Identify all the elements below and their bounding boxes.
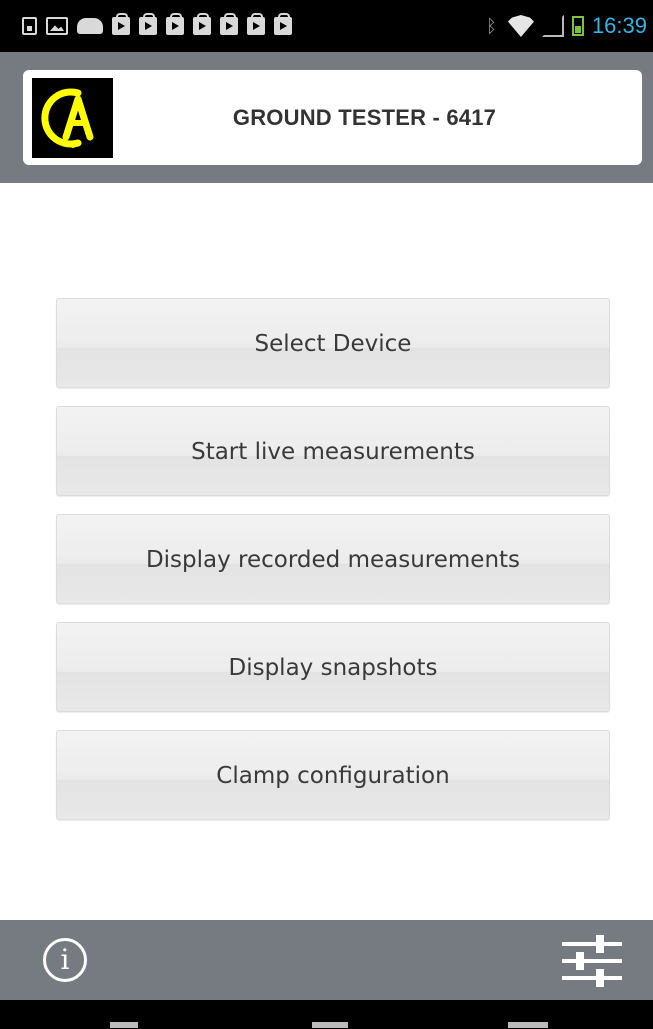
start-live-measurements-button[interactable]: Start live measurements xyxy=(56,406,610,496)
play-store-icon xyxy=(166,13,184,35)
info-icon[interactable]: i xyxy=(43,938,87,982)
battery-icon xyxy=(571,16,584,36)
notification-icons xyxy=(22,13,486,35)
clamp-configuration-button[interactable]: Clamp configuration xyxy=(56,730,610,820)
back-icon[interactable] xyxy=(110,1022,138,1028)
play-store-icon xyxy=(247,13,265,35)
status-bar: ᛒ 16:39 xyxy=(0,0,653,52)
sdcard-icon xyxy=(22,17,37,35)
signal-icon xyxy=(542,15,564,37)
bottom-toolbar: i xyxy=(0,920,653,1000)
picture-icon xyxy=(46,17,68,35)
play-store-icon xyxy=(139,13,157,35)
play-store-icon xyxy=(220,13,238,35)
recent-apps-icon[interactable] xyxy=(508,1022,548,1028)
settings-sliders-icon[interactable] xyxy=(560,934,624,988)
system-icons: ᛒ 16:39 xyxy=(486,13,647,39)
play-store-icon xyxy=(112,13,130,35)
bluetooth-icon: ᛒ xyxy=(485,15,497,37)
ca-logo-icon xyxy=(40,88,93,148)
android-icon xyxy=(77,18,103,34)
title-card: GROUND TESTER - 6417 xyxy=(23,70,642,165)
page-title: GROUND TESTER - 6417 xyxy=(232,105,497,130)
title-bar: GROUND TESTER - 6417 xyxy=(0,52,653,183)
brand-logo xyxy=(32,78,113,158)
app-screen: ᛒ 16:39 GROUND TESTER - 6417 Select Devi… xyxy=(0,0,653,1029)
system-nav-bar xyxy=(0,1000,653,1029)
select-device-button[interactable]: Select Device xyxy=(56,298,610,388)
display-recorded-measurements-button[interactable]: Display recorded measurements xyxy=(56,514,610,604)
display-snapshots-button[interactable]: Display snapshots xyxy=(56,622,610,712)
status-clock: 16:39 xyxy=(591,13,647,38)
main-menu: Select Device Start live measurements Di… xyxy=(56,298,610,838)
wifi-icon xyxy=(508,15,534,37)
play-store-icon xyxy=(274,13,292,35)
home-icon[interactable] xyxy=(312,1022,348,1028)
play-store-icon xyxy=(193,13,211,35)
